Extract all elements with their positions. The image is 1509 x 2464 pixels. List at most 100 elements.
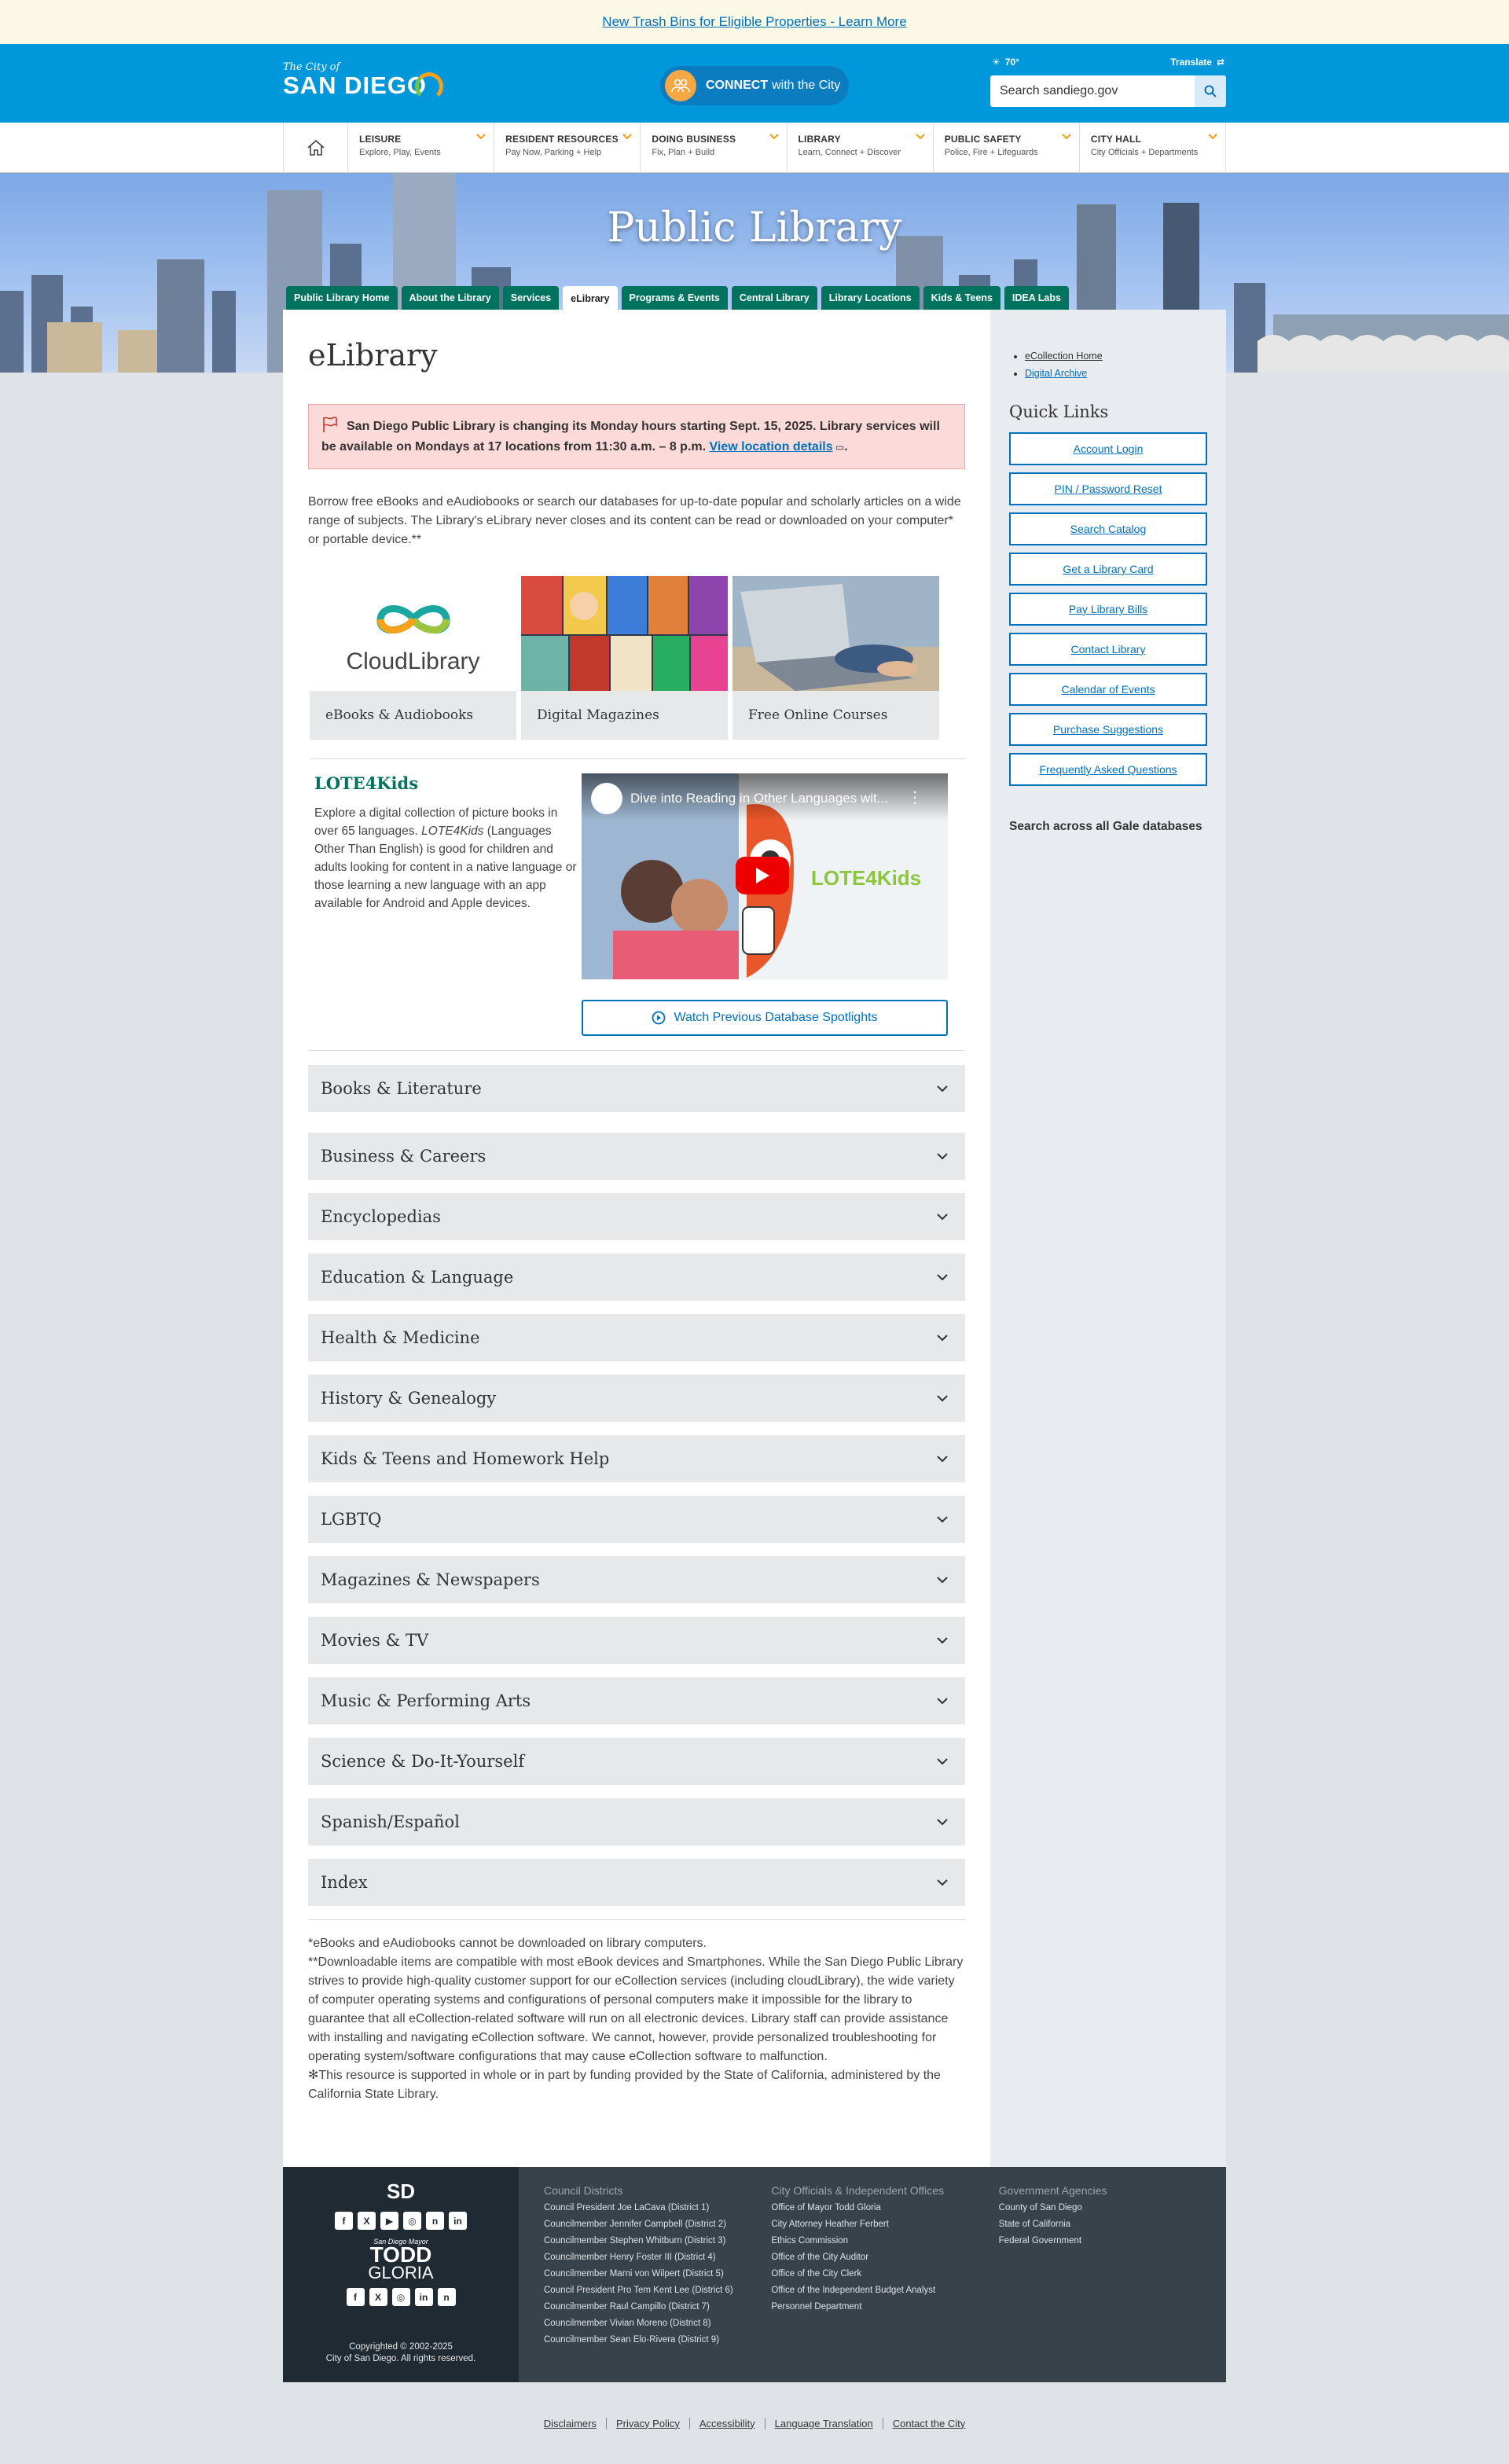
accordion-business-careers[interactable]: Business & Careers: [308, 1133, 965, 1180]
footer-link[interactable]: Office of the City Clerk: [771, 2269, 998, 2279]
footer-link[interactable]: Federal Government: [999, 2236, 1226, 2246]
footer-link[interactable]: Councilmember Sean Elo-Rivera (District …: [544, 2335, 771, 2345]
tile-free-online-courses[interactable]: Free Online Courses: [732, 576, 939, 740]
disclaimers-link[interactable]: Disclaimers: [534, 2417, 607, 2429]
mayor-logo[interactable]: San Diego Mayor TODD GLORIA: [283, 2238, 519, 2282]
accordion-label: Spanish/Español: [321, 1812, 460, 1831]
quick-link-calendar[interactable]: Calendar of Events: [1009, 673, 1207, 706]
accordion-science-diy[interactable]: Science & Do-It-Yourself: [308, 1738, 965, 1785]
accessibility-link[interactable]: Accessibility: [690, 2417, 766, 2429]
search-input[interactable]: Search sandiego.gov: [990, 84, 1195, 98]
accordion-lgbtq[interactable]: LGBTQ: [308, 1496, 965, 1543]
nav-public-safety[interactable]: PUBLIC SAFETY Police, Fire + Lifeguards: [934, 123, 1080, 173]
instagram-icon[interactable]: ◎: [403, 2212, 421, 2230]
footer-link[interactable]: County of San Diego: [999, 2203, 1226, 2212]
contact-the-city-link[interactable]: Contact the City: [883, 2418, 975, 2429]
footer-link[interactable]: Councilmember Marni von Wilpert (Distric…: [544, 2269, 771, 2279]
linkedin-icon[interactable]: in: [449, 2212, 467, 2230]
translate-button[interactable]: Translate ⇄: [1170, 57, 1224, 68]
tab-about-the-library[interactable]: About the Library: [401, 286, 499, 310]
quick-link-purchase-suggestions[interactable]: Purchase Suggestions: [1009, 713, 1207, 746]
digital-archive-link[interactable]: Digital Archive: [1025, 368, 1087, 379]
nav-leisure[interactable]: LEISURE Explore, Play, Events: [348, 123, 495, 173]
x-icon[interactable]: X: [358, 2212, 376, 2230]
footer-link[interactable]: State of California: [999, 2220, 1226, 2229]
nav-title: CITY HALL: [1090, 134, 1142, 145]
ecollection-home-link[interactable]: eCollection Home: [1025, 351, 1103, 362]
footer-link[interactable]: Council President Pro Tem Kent Lee (Dist…: [544, 2286, 771, 2295]
footer-link[interactable]: Ethics Commission: [771, 2236, 998, 2246]
facebook-icon[interactable]: f: [346, 2288, 365, 2306]
footer-link[interactable]: Council President Joe LaCava (District 1…: [544, 2203, 771, 2212]
facebook-icon[interactable]: f: [335, 2212, 353, 2230]
search-button[interactable]: [1195, 75, 1226, 107]
quick-link-account-login[interactable]: Account Login: [1009, 432, 1207, 465]
connect-button[interactable]: CONNECT with the City: [660, 66, 849, 105]
accordion-education-language[interactable]: Education & Language: [308, 1254, 965, 1301]
accordion-music-performing-arts[interactable]: Music & Performing Arts: [308, 1677, 965, 1724]
accordion-books-literature[interactable]: Books & Literature: [308, 1065, 965, 1112]
footer-link[interactable]: Office of the City Auditor: [771, 2253, 998, 2262]
library-subnav: Public Library Home About the Library Se…: [286, 286, 1069, 311]
privacy-policy-link[interactable]: Privacy Policy: [607, 2417, 690, 2429]
view-location-details-link[interactable]: View location details: [710, 440, 833, 454]
footer-link[interactable]: Councilmember Jennifer Campbell (Distric…: [544, 2220, 771, 2229]
footer-link[interactable]: Councilmember Raul Campillo (District 7): [544, 2302, 771, 2312]
nav-resident-resources[interactable]: RESIDENT RESOURCES Pay Now, Parking + He…: [494, 123, 641, 173]
tile-ebooks[interactable]: CloudLibrary eBooks & Audiobooks: [310, 576, 516, 740]
nav-city-hall[interactable]: CITY HALL City Officials + Departments: [1080, 123, 1227, 173]
accordion-index[interactable]: Index: [308, 1859, 965, 1906]
youtube-icon[interactable]: ▶: [380, 2212, 398, 2230]
tab-kids-teens[interactable]: Kids & Teens: [923, 286, 1000, 310]
alert-link[interactable]: New Trash Bins for Eligible Properties -…: [602, 14, 906, 30]
nextdoor-icon[interactable]: n: [437, 2288, 456, 2306]
tile-digital-magazines[interactable]: Digital Magazines: [521, 576, 728, 740]
chevron-down-icon: [937, 1757, 948, 1764]
chevron-down-icon: [937, 1576, 948, 1583]
nav-doing-business[interactable]: DOING BUSINESS Fix, Plan + Build: [641, 123, 788, 173]
footer-link[interactable]: Office of the Independent Budget Analyst: [771, 2286, 998, 2295]
youtube-video[interactable]: Dive into Reading in Other Languages wit…: [582, 773, 948, 979]
footer-link[interactable]: Councilmember Vivian Moreno (District 8): [544, 2319, 771, 2328]
tab-elibrary[interactable]: eLibrary: [563, 286, 618, 311]
quick-link-contact[interactable]: Contact Library: [1009, 633, 1207, 666]
footer-link[interactable]: Office of Mayor Todd Gloria: [771, 2203, 998, 2212]
accordion-movies-tv[interactable]: Movies & TV: [308, 1617, 965, 1664]
quick-link-pin-reset[interactable]: PIN / Password Reset: [1009, 472, 1207, 505]
x-icon[interactable]: X: [369, 2288, 387, 2306]
language-translation-link[interactable]: Language Translation: [766, 2417, 883, 2429]
accordion-magazines-newspapers[interactable]: Magazines & Newspapers: [308, 1556, 965, 1603]
tab-idea-labs[interactable]: IDEA Labs: [1004, 286, 1069, 310]
footer-link[interactable]: City Attorney Heather Ferbert: [771, 2220, 998, 2229]
city-social-links: f X ▶ ◎ n in: [283, 2212, 519, 2230]
footer-link[interactable]: Councilmember Henry Foster III (District…: [544, 2253, 771, 2262]
play-button[interactable]: [736, 857, 789, 894]
accordion-history-genealogy[interactable]: History & Genealogy: [308, 1375, 965, 1422]
quick-link-library-card[interactable]: Get a Library Card: [1009, 553, 1207, 586]
tab-public-library-home[interactable]: Public Library Home: [286, 286, 398, 310]
quick-link-faq[interactable]: Frequently Asked Questions: [1009, 753, 1207, 786]
linkedin-icon[interactable]: in: [414, 2288, 433, 2306]
watch-previous-spotlights-button[interactable]: Watch Previous Database Spotlights: [582, 1000, 948, 1036]
sd-logo[interactable]: SD: [283, 2179, 519, 2204]
tab-programs-events[interactable]: Programs & Events: [621, 286, 728, 310]
city-logo[interactable]: The City of SAN DIEGO: [283, 61, 443, 101]
tab-services[interactable]: Services: [502, 286, 560, 310]
accordion-spanish[interactable]: Spanish/Español: [308, 1798, 965, 1845]
nextdoor-icon[interactable]: n: [426, 2212, 444, 2230]
home-button[interactable]: [284, 123, 348, 173]
nav-library[interactable]: LIBRARY Learn, Connect + Discover: [788, 123, 934, 173]
tab-library-locations[interactable]: Library Locations: [821, 286, 920, 310]
accordion-health-medicine[interactable]: Health & Medicine: [308, 1314, 965, 1361]
footer-link[interactable]: Councilmember Stephen Whitburn (District…: [544, 2236, 771, 2246]
quick-link-search-catalog[interactable]: Search Catalog: [1009, 512, 1207, 545]
tab-central-library[interactable]: Central Library: [731, 286, 817, 310]
instagram-icon[interactable]: ◎: [391, 2288, 410, 2306]
courses-image: [732, 576, 939, 691]
accordion-kids-teens-homework[interactable]: Kids & Teens and Homework Help: [308, 1435, 965, 1482]
accordion-encyclopedias[interactable]: Encyclopedias: [308, 1193, 965, 1240]
more-vert-icon[interactable]: ⋮: [907, 788, 923, 807]
quick-link-pay-bills[interactable]: Pay Library Bills: [1009, 593, 1207, 626]
accordion-label: Kids & Teens and Homework Help: [321, 1449, 610, 1468]
footer-link[interactable]: Personnel Department: [771, 2302, 998, 2312]
